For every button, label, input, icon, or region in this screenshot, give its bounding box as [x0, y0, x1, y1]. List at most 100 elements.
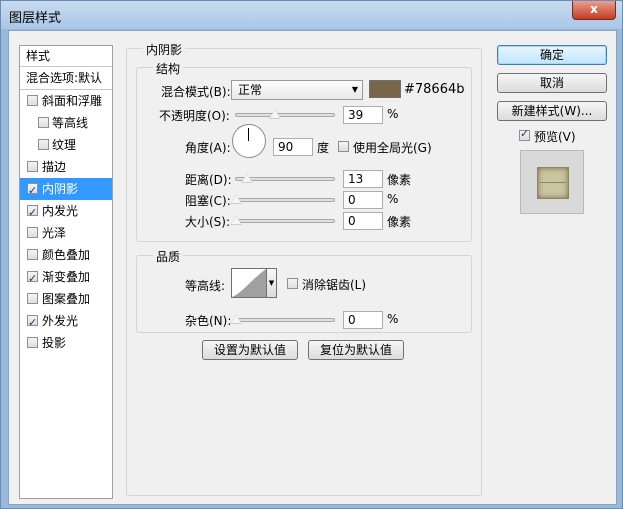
structure-group: 结构 混合模式(B): 正常 ▼ #78664b 不透明度(O): 39 % 角…: [136, 60, 472, 242]
preview-divider: [540, 182, 566, 183]
style-item[interactable]: 内阴影: [20, 178, 112, 202]
ok-button[interactable]: 确定: [497, 45, 607, 65]
noise-slider-thumb[interactable]: [230, 314, 242, 324]
styles-header[interactable]: 样式: [20, 46, 112, 67]
quality-title: 品质: [153, 248, 184, 265]
style-item-label: 外发光: [42, 314, 79, 328]
angle-label: 角度(A):: [185, 141, 231, 155]
noise-unit: %: [387, 312, 399, 326]
global-light-label[interactable]: 使用全局光(G): [353, 139, 432, 156]
choke-label: 阻塞(C):: [185, 194, 231, 208]
choke-slider[interactable]: [230, 194, 335, 204]
shadow-color-swatch[interactable]: [369, 80, 401, 98]
size-label: 大小(S):: [185, 215, 231, 229]
quality-group: 品质 等高线: ▼ 消除锯齿(L) 杂色(N): 0 %: [136, 248, 472, 333]
style-item-checkbox[interactable]: [38, 117, 49, 128]
inner-shadow-group: 内阴影 结构 混合模式(B): 正常 ▼ #78664b 不透明度(O): 39…: [126, 41, 482, 496]
style-item[interactable]: 斜面和浮雕: [20, 90, 112, 112]
style-item-checkbox[interactable]: [27, 180, 38, 202]
layer-style-dialog: 图层样式 x 样式 混合选项:默认 斜面和浮雕等高线纹理描边内阴影内发光光泽颜色…: [0, 0, 623, 509]
style-item[interactable]: 描边: [20, 156, 112, 178]
style-item-checkbox[interactable]: [27, 202, 38, 224]
angle-input[interactable]: 90: [273, 138, 313, 156]
structure-title: 结构: [153, 60, 184, 77]
opacity-input[interactable]: 39: [343, 106, 383, 124]
contour-label: 等高线:: [185, 279, 226, 293]
style-item-label: 投影: [42, 336, 67, 350]
size-slider-thumb[interactable]: [230, 215, 242, 225]
choke-slider-thumb[interactable]: [230, 194, 242, 204]
style-item-label: 渐变叠加: [42, 270, 91, 284]
dialog-body: 样式 混合选项:默认 斜面和浮雕等高线纹理描边内阴影内发光光泽颜色叠加渐变叠加图…: [8, 30, 617, 505]
contour-picker[interactable]: [231, 268, 267, 298]
opacity-unit: %: [387, 107, 399, 121]
style-item-checkbox[interactable]: [27, 337, 38, 348]
style-item-label: 内发光: [42, 204, 79, 218]
anti-alias-label[interactable]: 消除锯齿(L): [302, 276, 366, 293]
inner-shadow-title: 内阴影: [143, 41, 186, 58]
style-item[interactable]: 内发光: [20, 200, 112, 224]
style-item-checkbox[interactable]: [38, 139, 49, 150]
style-item-label: 斜面和浮雕: [42, 94, 103, 108]
size-input[interactable]: 0: [343, 212, 383, 230]
opacity-label: 不透明度(O):: [159, 109, 230, 123]
angle-needle: [248, 128, 249, 141]
preview-label[interactable]: 预览(V): [534, 128, 576, 145]
style-item-label: 颜色叠加: [42, 248, 91, 262]
style-item[interactable]: 图案叠加: [20, 288, 112, 310]
preview-swatch: [537, 167, 569, 199]
style-item-checkbox[interactable]: [27, 312, 38, 334]
window-title: 图层样式: [9, 11, 62, 26]
style-item-checkbox[interactable]: [27, 95, 38, 106]
close-icon: x: [590, 2, 598, 16]
cancel-button[interactable]: 取消: [497, 73, 607, 93]
style-item[interactable]: 投影: [20, 332, 112, 354]
chevron-down-icon: ▼: [268, 279, 275, 287]
anti-alias-checkbox[interactable]: [287, 278, 298, 289]
style-item-checkbox[interactable]: [27, 227, 38, 238]
style-item-label: 光泽: [42, 226, 67, 240]
style-item-checkbox[interactable]: [27, 161, 38, 172]
contour-curve-icon: [232, 269, 266, 297]
style-preview-thumbnail: [520, 150, 584, 214]
styles-list: 样式 混合选项:默认 斜面和浮雕等高线纹理描边内阴影内发光光泽颜色叠加渐变叠加图…: [19, 45, 113, 499]
close-button[interactable]: x: [572, 1, 616, 20]
blend-options-item[interactable]: 混合选项:默认: [20, 67, 112, 90]
style-item[interactable]: 等高线: [20, 112, 112, 134]
choke-input[interactable]: 0: [343, 191, 383, 209]
style-item[interactable]: 光泽: [20, 222, 112, 244]
distance-input[interactable]: 13: [343, 170, 383, 188]
size-unit: 像素: [387, 215, 412, 229]
size-slider[interactable]: [230, 215, 335, 225]
chevron-down-icon: ▼: [351, 85, 358, 94]
blend-mode-select[interactable]: 正常 ▼: [231, 80, 363, 100]
style-item-checkbox[interactable]: [27, 249, 38, 260]
opacity-slider-thumb[interactable]: [269, 109, 281, 119]
new-style-button[interactable]: 新建样式(W)...: [497, 101, 607, 121]
preview-checkbox[interactable]: [519, 127, 530, 141]
distance-slider[interactable]: [235, 173, 335, 183]
style-item-checkbox[interactable]: [27, 268, 38, 290]
reset-default-button[interactable]: 复位为默认值: [308, 340, 404, 360]
style-item[interactable]: 渐变叠加: [20, 266, 112, 290]
distance-label: 距离(D):: [185, 173, 232, 187]
make-default-button[interactable]: 设置为默认值: [202, 340, 298, 360]
style-item[interactable]: 外发光: [20, 310, 112, 334]
style-item-label: 描边: [42, 160, 67, 174]
noise-slider[interactable]: [230, 314, 335, 324]
angle-dial[interactable]: [232, 124, 266, 158]
contour-dropdown[interactable]: ▼: [267, 268, 277, 298]
style-item-label: 纹理: [52, 138, 77, 152]
distance-slider-thumb[interactable]: [241, 173, 253, 183]
style-item-checkbox[interactable]: [27, 293, 38, 304]
shadow-color-hex: #78664b: [404, 82, 465, 97]
style-item-label: 等高线: [52, 116, 89, 130]
style-item[interactable]: 颜色叠加: [20, 244, 112, 266]
opacity-slider[interactable]: [235, 109, 335, 119]
noise-input[interactable]: 0: [343, 311, 383, 329]
style-item[interactable]: 纹理: [20, 134, 112, 156]
choke-unit: %: [387, 192, 399, 206]
title-bar[interactable]: 图层样式 x: [1, 1, 622, 29]
blend-mode-label: 混合模式(B):: [161, 85, 231, 99]
global-light-checkbox[interactable]: [338, 141, 349, 152]
